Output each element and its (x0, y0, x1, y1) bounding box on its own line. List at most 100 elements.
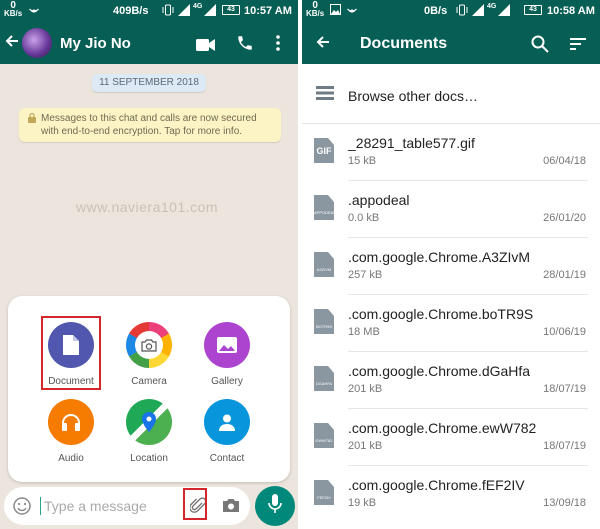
overflow-menu-icon[interactable] (276, 35, 280, 56)
sort-icon[interactable] (570, 37, 586, 55)
battery-indicator: 43 (222, 5, 240, 15)
location-pin-icon (126, 399, 172, 445)
watermark-text: www.naviera101.com (76, 199, 219, 215)
attach-camera-button[interactable]: Camera (111, 322, 187, 387)
date-chip: 11 SEPTEMBER 2018 (92, 74, 206, 92)
file-size: 257 kB (348, 269, 383, 281)
documents-screen: 0 KB/s 0B/s 4G 43 10:58 AM Documents Bro… (302, 0, 600, 529)
file-size: 201 kB (348, 383, 383, 395)
camera-icon (126, 322, 172, 368)
network-type-text: 4G (193, 3, 203, 10)
file-date: 18/07/19 (543, 383, 586, 395)
file-date: 26/01/20 (543, 212, 586, 224)
video-call-icon[interactable] (196, 38, 216, 56)
file-size: 18 MB (348, 326, 380, 338)
chat-title[interactable]: My Jio No (60, 35, 131, 52)
file-icon: FEF2IV (314, 480, 334, 505)
document-row[interactable]: APPODEAL .appodeal 0.0 kB 26/01/20 (302, 181, 600, 238)
document-row[interactable]: BOTR9S .com.google.Chrome.boTR9S 18 MB 1… (302, 295, 600, 352)
attach-audio-label: Audio (58, 453, 84, 464)
data-speed-text: 409B/s (113, 5, 149, 17)
back-arrow-icon[interactable] (316, 33, 330, 53)
net-speed-indicator: 0 KB/s (306, 1, 325, 18)
file-name: .com.google.Chrome.A3ZIvM (348, 249, 531, 265)
text-cursor (40, 497, 41, 515)
net-speed-unit: KB/s (4, 9, 23, 18)
attach-sheet: Document Camera Gallery Audio Location C… (8, 296, 290, 482)
file-name: .com.google.Chrome.boTR9S (348, 306, 534, 322)
screenshot-root: 0 KB/s 409B/s 4G 43 10:57 AM My Jio No 1… (0, 0, 600, 529)
hotspot-icon (346, 4, 358, 19)
attach-location-button[interactable]: Location (111, 399, 187, 464)
list-icon (316, 86, 334, 105)
lock-icon (28, 112, 36, 127)
encryption-notice-text: Messages to this chat and calls are now … (41, 113, 257, 137)
person-icon (204, 399, 250, 445)
status-bar: 0 KB/s 409B/s 4G 43 10:57 AM (0, 0, 298, 22)
file-date: 10/06/19 (543, 326, 586, 338)
document-row[interactable]: EWW782 .com.google.Chrome.ewW782 201 kB … (302, 409, 600, 466)
clip-highlight-box (183, 488, 207, 520)
clock-text: 10:58 AM (547, 5, 595, 17)
search-icon[interactable] (531, 35, 549, 58)
file-name: .com.google.Chrome.fEF2IV (348, 477, 525, 493)
documents-title: Documents (360, 35, 448, 52)
file-date: 13/09/18 (543, 497, 586, 509)
signal-icon-2 (204, 4, 216, 19)
file-icon: DGAHFA (314, 366, 334, 391)
file-icon: BOTR9S (314, 309, 334, 334)
hotspot-icon (28, 4, 40, 19)
file-name: _28291_table577.gif (348, 135, 475, 151)
file-date: 18/07/19 (543, 440, 586, 452)
message-input-placeholder[interactable]: Type a message (44, 498, 147, 514)
file-size: 0.0 kB (348, 212, 380, 224)
file-size: 201 kB (348, 440, 383, 452)
status-bar: 0 KB/s 0B/s 4G 43 10:58 AM (302, 0, 600, 22)
headphones-icon (48, 399, 94, 445)
document-row[interactable]: GIF _28291_table577.gif 15 kB 06/04/18 (302, 124, 600, 181)
attach-contact-button[interactable]: Contact (189, 399, 265, 464)
net-speed-unit: KB/s (306, 9, 325, 18)
back-arrow-icon[interactable] (5, 32, 19, 52)
attach-location-label: Location (130, 453, 168, 464)
net-speed-indicator: 0 KB/s (4, 1, 23, 18)
signal-icon (472, 4, 484, 19)
document-row[interactable]: DGAHFA .com.google.Chrome.dGaHfa 201 kB … (302, 352, 600, 409)
file-icon: A3ZIVM (314, 252, 334, 277)
clock-text: 10:57 AM (244, 5, 292, 17)
attach-gallery-label: Gallery (211, 376, 243, 387)
vibrate-icon (162, 4, 174, 19)
browse-other-docs-row[interactable]: Browse other docs… (302, 64, 600, 124)
camera-small-icon[interactable] (222, 498, 240, 518)
file-icon: APPODEAL (314, 195, 334, 220)
encryption-notice[interactable]: Messages to this chat and calls are now … (19, 108, 281, 142)
file-name: .com.google.Chrome.dGaHfa (348, 363, 531, 379)
data-speed-text: 0B/s (424, 5, 448, 17)
file-icon: GIF (314, 138, 334, 163)
network-type-text: 4G (487, 3, 497, 10)
gallery-icon (204, 322, 250, 368)
chat-screen: 0 KB/s 409B/s 4G 43 10:57 AM My Jio No 1… (0, 0, 298, 529)
file-name: .appodeal (348, 192, 410, 208)
file-size: 15 kB (348, 155, 377, 167)
attach-audio-button[interactable]: Audio (33, 399, 109, 464)
document-row[interactable]: FEF2IV .com.google.Chrome.fEF2IV 19 kB 1… (302, 466, 600, 523)
battery-indicator: 43 (524, 5, 542, 15)
image-notification-icon (330, 4, 341, 18)
emoji-icon[interactable] (13, 497, 31, 520)
attach-gallery-button[interactable]: Gallery (189, 322, 265, 387)
signal-icon-2 (498, 4, 510, 19)
microphone-icon (268, 493, 282, 519)
document-row[interactable]: A3ZIVM .com.google.Chrome.A3ZIvM 257 kB … (302, 238, 600, 295)
documents-list: GIF _28291_table577.gif 15 kB 06/04/18 A… (302, 124, 600, 523)
signal-icon (178, 4, 190, 19)
file-icon: EWW782 (314, 423, 334, 448)
message-input-bar[interactable]: Type a message (4, 487, 250, 525)
attach-contact-label: Contact (209, 453, 245, 464)
browse-other-docs-label: Browse other docs… (348, 88, 478, 104)
vibrate-icon (456, 4, 468, 19)
mic-button[interactable] (255, 486, 295, 526)
file-size: 19 kB (348, 497, 377, 509)
phone-call-icon[interactable] (236, 34, 254, 57)
contact-avatar[interactable] (22, 28, 52, 58)
